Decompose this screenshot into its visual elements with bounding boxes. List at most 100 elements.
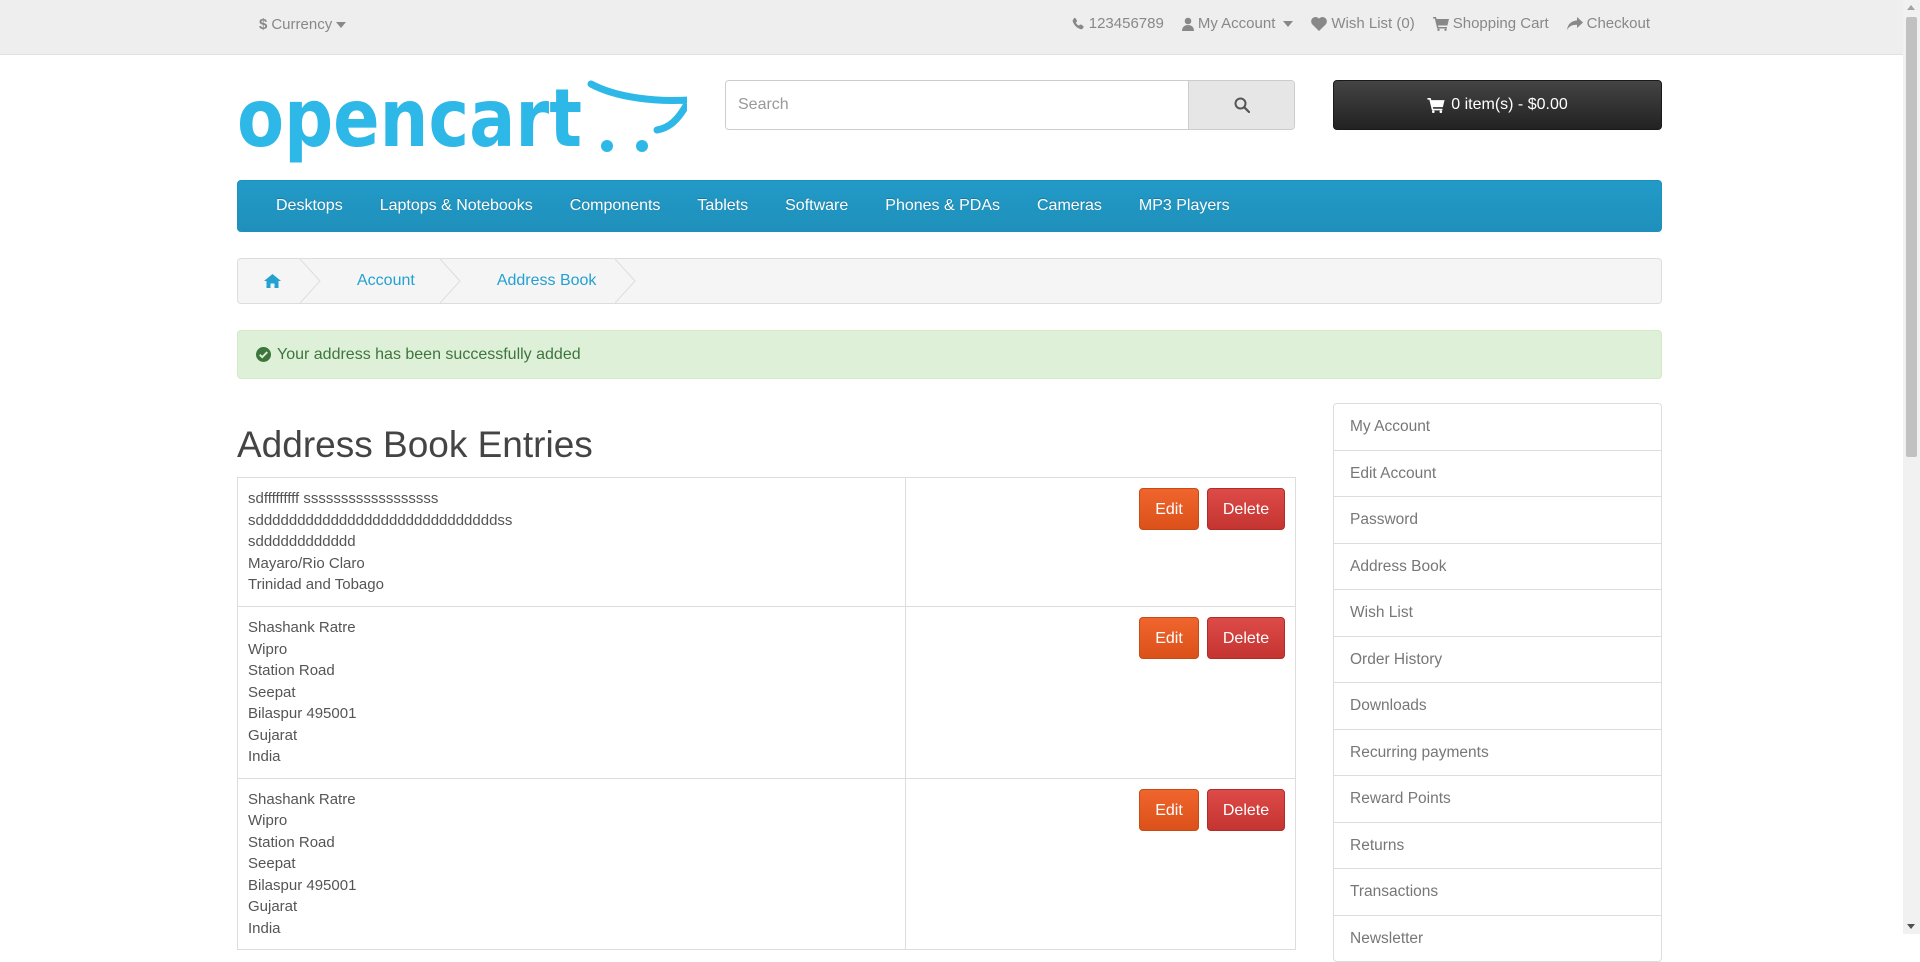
sidebar-item-order-history[interactable]: Order History [1334,637,1661,683]
menu-item-desktops[interactable]: Desktops [276,197,343,215]
cart-button[interactable]: 0 item(s) - $0.00 [1333,80,1662,130]
currency-dropdown[interactable]: $ Currency [259,16,347,33]
address-cell: sdfffffffff ssssssssssssssssss sdddddddd… [237,477,906,607]
delete-button[interactable]: Delete [1207,488,1285,530]
menu-item-laptops[interactable]: Laptops & Notebooks [380,197,533,215]
breadcrumb-address-book[interactable]: Address Book [461,259,637,303]
my-account-dropdown[interactable]: My Account [1181,15,1294,32]
menu-item-software[interactable]: Software [785,197,848,215]
address-line: Bilaspur 495001 [248,876,357,894]
menu-item-cameras[interactable]: Cameras [1037,197,1102,215]
sidebar-item-address-book[interactable]: Address Book [1334,544,1661,590]
scroll-up-icon[interactable] [1907,5,1915,10]
search-box [725,80,1295,130]
edit-button[interactable]: Edit [1139,788,1199,831]
sidebar-item-wish-list[interactable]: Wish List [1334,590,1661,637]
my-account-label: My Account [1197,15,1276,32]
breadcrumb-separator [615,259,637,303]
edit-button[interactable]: Edit [1139,488,1199,530]
check-circle-icon [256,347,271,362]
address-line: Wipro [248,640,288,658]
shopping-cart-label: Shopping Cart [1452,15,1549,32]
table-row: Shashank Ratre Wipro Station Road Seepat… [237,777,1296,950]
address-line: Mayaro/Rio Claro [248,554,365,572]
address-line: Wipro [248,812,288,829]
menu-item-mp3[interactable]: MP3 Players [1139,197,1230,215]
breadcrumb-address-book-label: Address Book [496,272,597,289]
main-menu: Desktops Laptops & Notebooks Components … [237,180,1662,232]
top-bar: $ Currency 123456789 My Account Wish List… [0,0,1920,55]
scroll-down-icon[interactable] [1907,924,1915,929]
address-line: Seepat [248,683,296,701]
sidebar-item-downloads[interactable]: Downloads [1334,683,1661,730]
table-row: Shashank Ratre Wipro Station Road Seepat… [237,606,1296,779]
checkout-label: Checkout [1586,15,1650,32]
page-title: Address Book Entries [237,424,593,465]
address-line: Gujarat [248,898,298,915]
account-sidebar: My Account Edit Account Password Address… [1333,403,1662,962]
menu-item-tablets[interactable]: Tablets [697,197,748,215]
sidebar-item-my-account[interactable]: My Account [1334,404,1661,451]
address-cell: Shashank Ratre Wipro Station Road Seepat… [237,777,906,950]
sidebar-item-returns[interactable]: Returns [1334,823,1661,869]
sidebar-item-password[interactable]: Password [1334,497,1661,544]
search-button[interactable] [1188,81,1294,129]
search-input[interactable] [726,81,1215,129]
menu-item-phones[interactable]: Phones & PDAs [885,197,1000,215]
caret-down-icon [1283,20,1294,27]
cart-icon [1432,16,1449,31]
search-icon [1234,97,1250,113]
address-line: Bilaspur 495001 [248,705,357,722]
address-line: India [248,748,281,765]
address-line: Seepat [248,855,296,872]
address-line: Gujarat [248,726,298,744]
address-line: sdfffffffff ssssssssssssssssss [248,490,439,507]
home-icon [264,274,281,288]
breadcrumb-home[interactable] [238,259,321,303]
address-line: Station Road [248,833,335,851]
address-line: Shashank Ratre [248,619,356,636]
menu-item-components[interactable]: Components [570,197,661,215]
success-alert: Your address has been successfully added [237,330,1662,379]
table-row: sdfffffffff ssssssssssssssssss sdddddddd… [237,477,1296,607]
svg-text:opencart: opencart [237,80,582,165]
phone-number: 123456789 [1088,15,1164,32]
currency-label: Currency [271,16,333,33]
page-scrollbar[interactable] [1903,0,1920,934]
sidebar-item-recurring-payments[interactable]: Recurring payments [1334,730,1661,776]
alert-message: Your address has been successfully added [277,345,581,363]
logo-image: opencart [237,72,695,165]
delete-button[interactable]: Delete [1207,788,1285,831]
phone-link[interactable]: 123456789 [1071,15,1164,32]
breadcrumb-account-label: Account [357,272,415,289]
address-line: India [248,919,281,937]
phone-icon [1072,17,1084,29]
actions-cell: Edit Delete [905,777,1296,950]
opencart-logo[interactable]: opencart [237,72,695,170]
address-table: sdfffffffff ssssssssssssssssss sdddddddd… [237,477,1296,950]
address-cell: Shashank Ratre Wipro Station Road Seepat… [237,606,906,779]
user-icon [1181,17,1194,31]
sidebar-item-edit-account[interactable]: Edit Account [1334,451,1661,497]
address-line: sdddddddddddddddddddddddddddddss [248,511,513,529]
sidebar-item-reward-points[interactable]: Reward Points [1334,776,1661,823]
address-line: sdddddddddddd [248,533,356,550]
breadcrumb-account[interactable]: Account [321,259,461,303]
address-line: Station Road [248,662,335,679]
sidebar-item-transactions[interactable]: Transactions [1334,869,1661,916]
breadcrumb-separator [439,259,461,303]
breadcrumb: Account Address Book [237,258,1662,304]
actions-cell: Edit Delete [905,477,1296,607]
cart-summary: 0 item(s) - $0.00 [1451,96,1568,113]
currency-symbol: $ [259,16,268,33]
actions-cell: Edit Delete [905,606,1296,779]
address-line: Trinidad and Tobago [248,576,384,593]
wishlist-link[interactable]: Wish List (0) [1311,15,1415,32]
delete-button[interactable]: Delete [1207,617,1285,659]
shopping-cart-link[interactable]: Shopping Cart [1432,15,1549,32]
checkout-link[interactable]: Checkout [1566,15,1650,32]
sidebar-item-newsletter[interactable]: Newsletter [1334,916,1661,962]
scrollbar-thumb[interactable] [1906,17,1917,457]
address-line: Shashank Ratre [248,790,356,808]
edit-button[interactable]: Edit [1139,617,1199,659]
